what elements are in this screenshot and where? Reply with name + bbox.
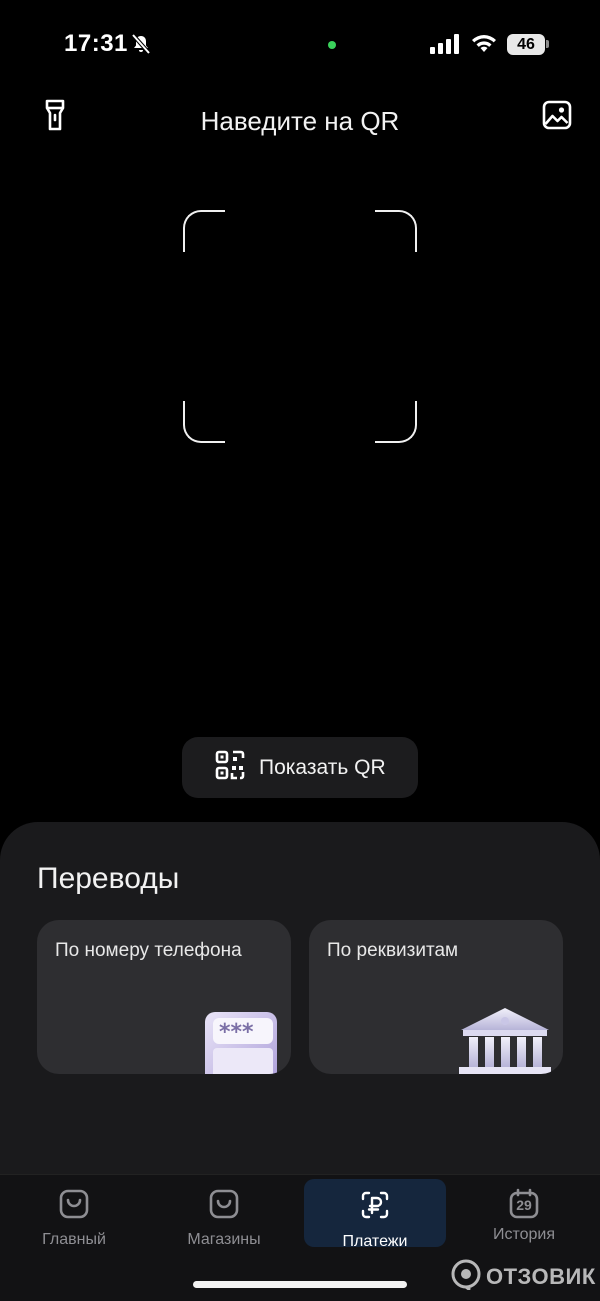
qr-scan-frame	[183, 210, 417, 443]
tab-label: Платежи	[342, 1233, 408, 1250]
tab-label: История	[492, 1226, 556, 1243]
tab-label: Главный	[42, 1231, 106, 1248]
shop-bag-icon	[208, 1188, 240, 1225]
battery-indicator: 46	[507, 34, 545, 55]
card-label: По реквизитам	[327, 940, 459, 961]
show-qr-label: Показать QR	[259, 755, 386, 779]
frame-corner-top-right	[375, 210, 417, 252]
frame-corner-bottom-left	[183, 401, 225, 443]
bell-muted-icon	[130, 33, 152, 60]
home-indicator[interactable]	[193, 1281, 407, 1288]
frame-corner-top-left	[183, 210, 225, 252]
tab-payments[interactable]: Платежи	[304, 1179, 446, 1250]
calendar-day-badge: 29	[516, 1197, 532, 1213]
tab-label: Магазины	[187, 1231, 261, 1248]
frame-corner-bottom-right	[375, 401, 417, 443]
transfer-by-phone-card[interactable]: По номеру телефона ***	[37, 920, 291, 1074]
watermark-text: ОТЗОВИК	[486, 1263, 596, 1289]
phone-illustration: ***	[205, 1012, 277, 1074]
bank-illustration	[459, 1008, 551, 1074]
watermark: ОТЗОВИК	[450, 1258, 596, 1295]
wifi-icon	[471, 32, 497, 59]
ruble-icon	[358, 1188, 392, 1227]
calendar-icon: 29	[508, 1188, 540, 1220]
otzovik-logo-icon	[450, 1258, 482, 1295]
transfer-by-details-card[interactable]: По реквизитам	[309, 920, 563, 1074]
status-time: 17:31	[64, 30, 128, 57]
signal-icon	[430, 34, 462, 59]
tab-shops[interactable]: Магазины	[153, 1179, 295, 1248]
privacy-indicator	[328, 41, 336, 49]
gallery-icon[interactable]	[540, 98, 574, 132]
transfers-title: Переводы	[37, 862, 180, 895]
bag-icon	[58, 1188, 90, 1225]
page-title: Наведите на QR	[200, 106, 400, 136]
qr-code-icon	[215, 750, 245, 785]
transfers-sheet: Переводы По номеру телефона *** По рекви…	[0, 822, 600, 1182]
card-label: По номеру телефона	[55, 940, 242, 961]
show-qr-button[interactable]: Показать QR	[182, 737, 418, 798]
svg-text:***: ***	[219, 1020, 254, 1045]
tab-history[interactable]: 29 История	[453, 1179, 595, 1247]
battery-tip	[546, 40, 549, 48]
tab-main[interactable]: Главный	[3, 1179, 145, 1248]
status-bar: 17:31 46	[0, 0, 600, 90]
